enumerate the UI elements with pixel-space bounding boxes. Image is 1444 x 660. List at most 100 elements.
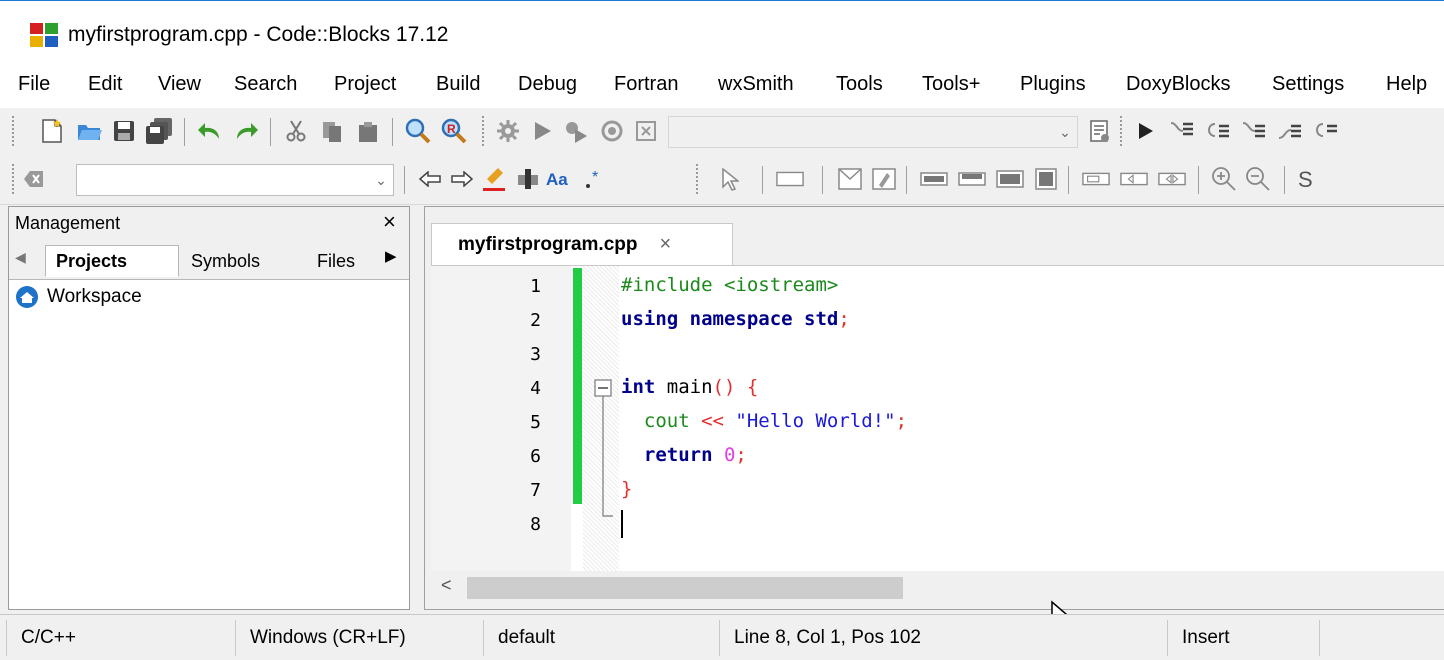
code-token: 0 (723, 444, 736, 466)
status-mode: Insert (1168, 620, 1320, 656)
zoom-in-icon[interactable] (1210, 165, 1238, 193)
dialog-icon[interactable] (836, 165, 864, 193)
status-encoding-text: default (498, 627, 556, 648)
panel-icon[interactable] (776, 165, 804, 193)
svg-text:Aa: Aa (546, 170, 568, 189)
menu-help[interactable]: Help (1386, 73, 1427, 96)
copy-icon[interactable] (318, 117, 346, 145)
editor-tab[interactable]: myfirstprogram.cpp × (431, 223, 733, 265)
code-editor[interactable]: 1 2 3 4 5 6 7 8 #include <iostream> usin… (431, 265, 1444, 572)
save-icon[interactable] (110, 117, 138, 145)
cut-icon[interactable] (282, 117, 310, 145)
menu-view[interactable]: View (158, 73, 201, 96)
find-icon[interactable] (404, 117, 432, 145)
select-icon[interactable] (716, 165, 744, 193)
toolbar-grip[interactable] (482, 116, 488, 146)
step-into-icon[interactable] (1240, 117, 1268, 145)
status-position: Line 8, Col 1, Pos 102 (720, 620, 1168, 656)
line-number: 3 (530, 344, 541, 365)
workspace-icon (16, 286, 38, 308)
vertical-sizer-icon[interactable] (958, 165, 986, 193)
build-icon[interactable] (494, 117, 522, 145)
highlight-icon[interactable] (480, 165, 508, 193)
search-combo[interactable]: ⌄ (76, 164, 394, 196)
build-run-icon[interactable] (562, 117, 590, 145)
scroll-left-icon[interactable]: < (441, 575, 452, 596)
close-icon[interactable]: × (383, 209, 396, 235)
save-all-icon[interactable] (146, 117, 174, 145)
editor-tab-label: myfirstprogram.cpp (458, 233, 638, 255)
build-target-combo[interactable]: ⌄ (668, 116, 1078, 148)
menu-doxyblocks[interactable]: DoxyBlocks (1126, 73, 1230, 96)
static-box-icon[interactable] (1082, 165, 1110, 193)
menu-project[interactable]: Project (334, 73, 396, 96)
tab-symbols-label: Symbols (191, 250, 261, 271)
horizontal-sizer-icon[interactable] (920, 165, 948, 193)
code-line: #include <iostream> (621, 274, 838, 296)
step-into-instruction-icon[interactable] (1312, 117, 1340, 145)
new-file-icon[interactable] (38, 117, 66, 145)
menu-build[interactable]: Build (436, 73, 480, 96)
frame-icon[interactable] (870, 165, 898, 193)
toolbar-separator (184, 118, 185, 146)
forward-icon[interactable] (448, 165, 476, 193)
next-line-icon[interactable] (1204, 117, 1232, 145)
code-line: cout << "Hello World!"; (621, 410, 907, 432)
horizontal-scrollbar[interactable]: < (431, 571, 1444, 603)
redo-icon[interactable] (232, 117, 260, 145)
selected-text-icon[interactable] (514, 165, 542, 193)
tree-item-workspace[interactable]: Workspace (15, 285, 142, 309)
undo-icon[interactable] (196, 117, 224, 145)
step-out-icon[interactable] (1276, 117, 1304, 145)
button-icon[interactable] (1120, 165, 1148, 193)
menu-search[interactable]: Search (234, 73, 297, 96)
scrollbar-thumb[interactable] (467, 577, 903, 599)
match-case-icon[interactable]: Aa (546, 165, 574, 193)
code-line: return 0; (621, 444, 747, 466)
menu-edit[interactable]: Edit (88, 73, 122, 96)
tab-projects[interactable]: Projects (45, 245, 179, 277)
menu-plugins[interactable]: Plugins (1020, 73, 1086, 96)
toolbar-grip[interactable] (12, 164, 18, 194)
close-icon[interactable]: × (659, 233, 671, 256)
status-language-text: C/C++ (21, 627, 76, 648)
run-icon[interactable] (528, 117, 556, 145)
open-file-icon[interactable] (76, 117, 104, 145)
back-icon[interactable] (416, 165, 444, 193)
status-language: C/C++ (6, 620, 236, 656)
toolbar-grip[interactable] (1120, 116, 1126, 146)
menu-settings[interactable]: Settings (1272, 73, 1344, 96)
paste-icon[interactable] (354, 117, 382, 145)
tab-scroll-left-icon[interactable]: ◀ (15, 249, 26, 266)
clear-search-icon[interactable] (20, 165, 48, 193)
tab-symbols[interactable]: Symbols (181, 245, 315, 277)
rebuild-icon[interactable] (598, 117, 626, 145)
zoom-out-icon[interactable] (1244, 165, 1272, 193)
menu-tools[interactable]: Tools (836, 73, 883, 96)
menu-wxsmith[interactable]: wxSmith (718, 73, 794, 96)
tab-files[interactable]: Files (307, 245, 387, 277)
code-token: using namespace std (621, 308, 839, 330)
toolbar-grip[interactable] (696, 164, 702, 194)
window-title: myfirstprogram.cpp - Code::Blocks 17.12 (68, 23, 449, 46)
grid-sizer-icon[interactable] (996, 165, 1024, 193)
menu-debug[interactable]: Debug (518, 73, 577, 96)
tab-scroll-right-icon[interactable]: ▶ (385, 247, 397, 265)
toolbar-grip[interactable] (12, 116, 18, 146)
menu-bar: File Edit View Search Project Build Debu… (0, 64, 1444, 108)
debug-continue-icon[interactable] (1132, 117, 1160, 145)
menu-file[interactable]: File (18, 73, 50, 96)
code-token: return (621, 444, 724, 466)
checkbox-icon[interactable] (1158, 165, 1186, 193)
replace-icon[interactable]: R (440, 117, 468, 145)
abort-icon[interactable] (632, 117, 660, 145)
line-number: 6 (530, 446, 541, 467)
menu-tools-plus[interactable]: Tools+ (922, 73, 980, 96)
regex-icon[interactable]: * (580, 165, 608, 193)
code-token: ; (838, 308, 850, 330)
code-token: int (621, 376, 656, 398)
debug-window-icon[interactable] (1086, 117, 1114, 145)
box-sizer-icon[interactable] (1032, 165, 1060, 193)
menu-fortran[interactable]: Fortran (614, 73, 678, 96)
run-to-cursor-icon[interactable] (1168, 117, 1196, 145)
